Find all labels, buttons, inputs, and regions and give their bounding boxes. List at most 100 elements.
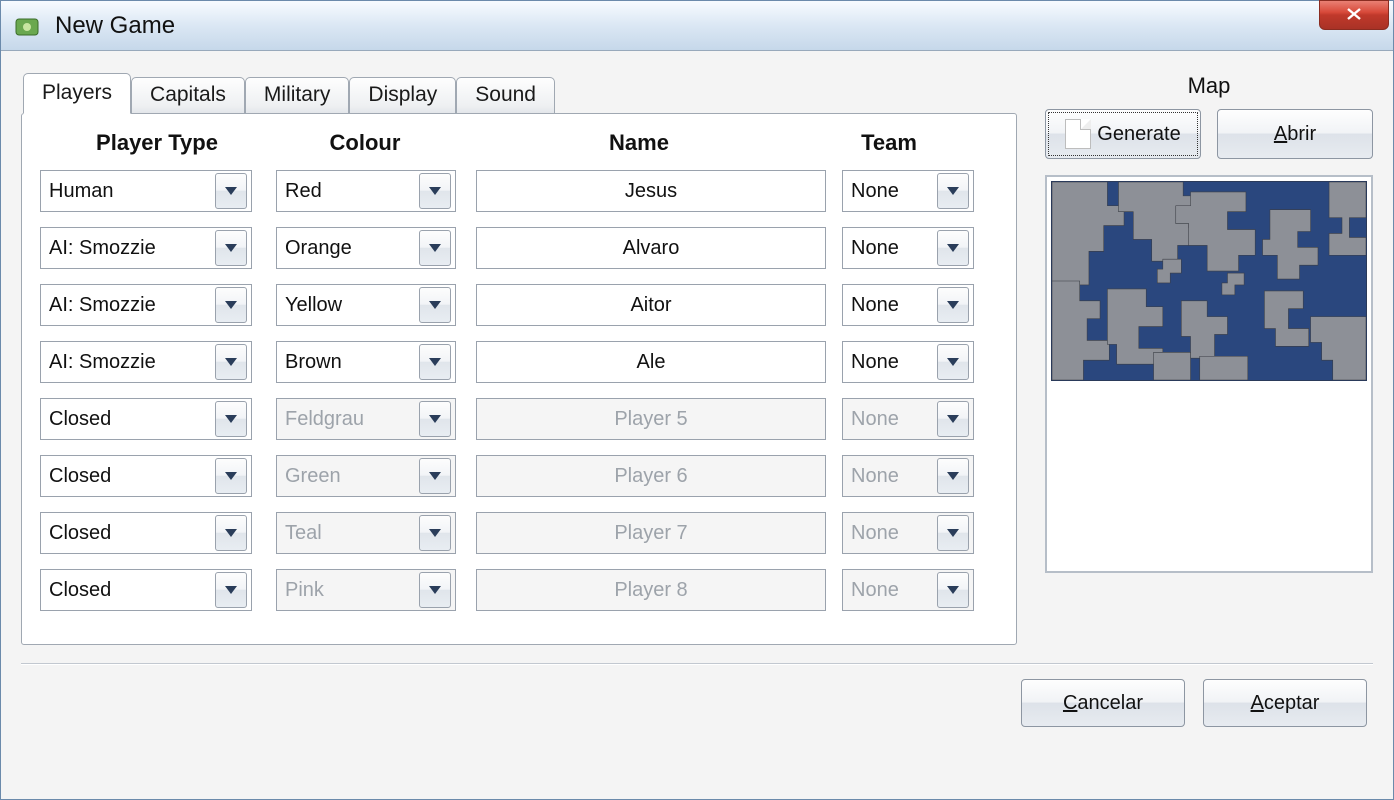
chevron-down-icon[interactable] xyxy=(937,572,969,608)
name-input[interactable]: Alvaro xyxy=(476,227,826,269)
chevron-down-icon[interactable] xyxy=(215,344,247,380)
chevron-down-icon[interactable] xyxy=(937,401,969,437)
name-input[interactable]: Player 6 xyxy=(476,455,826,497)
tab-military[interactable]: Military xyxy=(245,77,350,114)
chevron-down-icon[interactable] xyxy=(419,401,451,437)
tab-sound[interactable]: Sound xyxy=(456,77,555,114)
colour-select[interactable]: Brown xyxy=(276,341,456,383)
chevron-down-icon[interactable] xyxy=(419,515,451,551)
file-icon xyxy=(1065,119,1091,149)
name-input[interactable]: Jesus xyxy=(476,170,826,212)
map-column: Map Generate Abrir xyxy=(1045,73,1373,573)
colour-value: Feldgrau xyxy=(285,408,419,431)
client-area: Players Capitals Military Display Sound … xyxy=(1,51,1393,799)
chevron-down-icon[interactable] xyxy=(419,287,451,323)
team-select[interactable]: None xyxy=(842,569,974,611)
player-type-select[interactable]: AI: Smozzie xyxy=(40,341,252,383)
col-header-colour: Colour xyxy=(274,130,456,156)
chevron-down-icon[interactable] xyxy=(215,287,247,323)
player-type-select[interactable]: AI: Smozzie xyxy=(40,227,252,269)
map-preview xyxy=(1051,181,1367,381)
player-type-select[interactable]: Closed xyxy=(40,455,252,497)
team-select[interactable]: None xyxy=(842,227,974,269)
player-row: Human Red Jesus None xyxy=(40,170,998,212)
name-input[interactable]: Player 8 xyxy=(476,569,826,611)
generate-button[interactable]: Generate xyxy=(1045,109,1201,159)
name-input[interactable]: Ale xyxy=(476,341,826,383)
tab-players[interactable]: Players xyxy=(23,73,131,114)
tab-strip: Players Capitals Military Display Sound xyxy=(21,73,1017,114)
chevron-down-icon[interactable] xyxy=(215,515,247,551)
chevron-down-icon[interactable] xyxy=(215,230,247,266)
chevron-down-icon[interactable] xyxy=(215,458,247,494)
cancel-button[interactable]: Cancelar xyxy=(1021,679,1185,727)
tab-capitals[interactable]: Capitals xyxy=(131,77,245,114)
colour-select[interactable]: Yellow xyxy=(276,284,456,326)
player-type-value: Closed xyxy=(49,465,215,488)
player-type-value: Closed xyxy=(49,408,215,431)
team-value: None xyxy=(851,522,937,545)
open-map-button[interactable]: Abrir xyxy=(1217,109,1373,159)
chevron-down-icon[interactable] xyxy=(937,173,969,209)
team-select[interactable]: None xyxy=(842,398,974,440)
col-header-name: Name xyxy=(456,130,822,156)
team-value: None xyxy=(851,579,937,602)
name-value: Player 7 xyxy=(614,522,687,545)
chevron-down-icon[interactable] xyxy=(215,401,247,437)
player-type-select[interactable]: Closed xyxy=(40,512,252,554)
dialog-buttons: Cancelar Aceptar xyxy=(21,679,1373,727)
name-input[interactable]: Player 7 xyxy=(476,512,826,554)
team-select[interactable]: None xyxy=(842,455,974,497)
chevron-down-icon[interactable] xyxy=(937,287,969,323)
team-select[interactable]: None xyxy=(842,341,974,383)
team-select[interactable]: None xyxy=(842,284,974,326)
chevron-down-icon[interactable] xyxy=(215,173,247,209)
chevron-down-icon[interactable] xyxy=(937,515,969,551)
colour-select[interactable]: Teal xyxy=(276,512,456,554)
name-value: Alvaro xyxy=(623,237,680,260)
player-row: Closed Pink Player 8 None xyxy=(40,569,998,611)
chevron-down-icon[interactable] xyxy=(937,458,969,494)
colour-select[interactable]: Red xyxy=(276,170,456,212)
col-header-team: Team xyxy=(822,130,956,156)
window: New Game Players Capitals Military Displ… xyxy=(0,0,1394,800)
player-type-select[interactable]: Closed xyxy=(40,398,252,440)
chevron-down-icon[interactable] xyxy=(937,344,969,380)
player-row: Closed Feldgrau Player 5 None xyxy=(40,398,998,440)
name-input[interactable]: Aitor xyxy=(476,284,826,326)
player-type-select[interactable]: Human xyxy=(40,170,252,212)
accept-button[interactable]: Aceptar xyxy=(1203,679,1367,727)
team-value: None xyxy=(851,180,937,203)
close-button[interactable] xyxy=(1319,0,1389,30)
chevron-down-icon[interactable] xyxy=(419,458,451,494)
colour-value: Red xyxy=(285,180,419,203)
team-value: None xyxy=(851,294,937,317)
tab-page-players: Player Type Colour Name Team HumanRedJes… xyxy=(21,113,1017,645)
chevron-down-icon[interactable] xyxy=(419,173,451,209)
chevron-down-icon[interactable] xyxy=(937,230,969,266)
colour-select[interactable]: Feldgrau xyxy=(276,398,456,440)
team-value: None xyxy=(851,351,937,374)
cancel-button-label: Cancelar xyxy=(1063,692,1143,715)
colour-select[interactable]: Orange xyxy=(276,227,456,269)
player-type-value: AI: Smozzie xyxy=(49,237,215,260)
player-type-select[interactable]: Closed xyxy=(40,569,252,611)
chevron-down-icon[interactable] xyxy=(419,572,451,608)
player-type-value: AI: Smozzie xyxy=(49,294,215,317)
player-type-value: Closed xyxy=(49,579,215,602)
tabs-column: Players Capitals Military Display Sound … xyxy=(21,73,1017,645)
team-select[interactable]: None xyxy=(842,512,974,554)
window-title: New Game xyxy=(55,12,175,40)
tab-display[interactable]: Display xyxy=(349,77,456,114)
colour-select[interactable]: Green xyxy=(276,455,456,497)
name-value: Player 8 xyxy=(614,579,687,602)
chevron-down-icon[interactable] xyxy=(419,344,451,380)
colour-select[interactable]: Pink xyxy=(276,569,456,611)
chevron-down-icon[interactable] xyxy=(419,230,451,266)
name-input[interactable]: Player 5 xyxy=(476,398,826,440)
colour-value: Brown xyxy=(285,351,419,374)
team-select[interactable]: None xyxy=(842,170,974,212)
chevron-down-icon[interactable] xyxy=(215,572,247,608)
close-icon xyxy=(1344,5,1364,26)
player-type-select[interactable]: AI: Smozzie xyxy=(40,284,252,326)
